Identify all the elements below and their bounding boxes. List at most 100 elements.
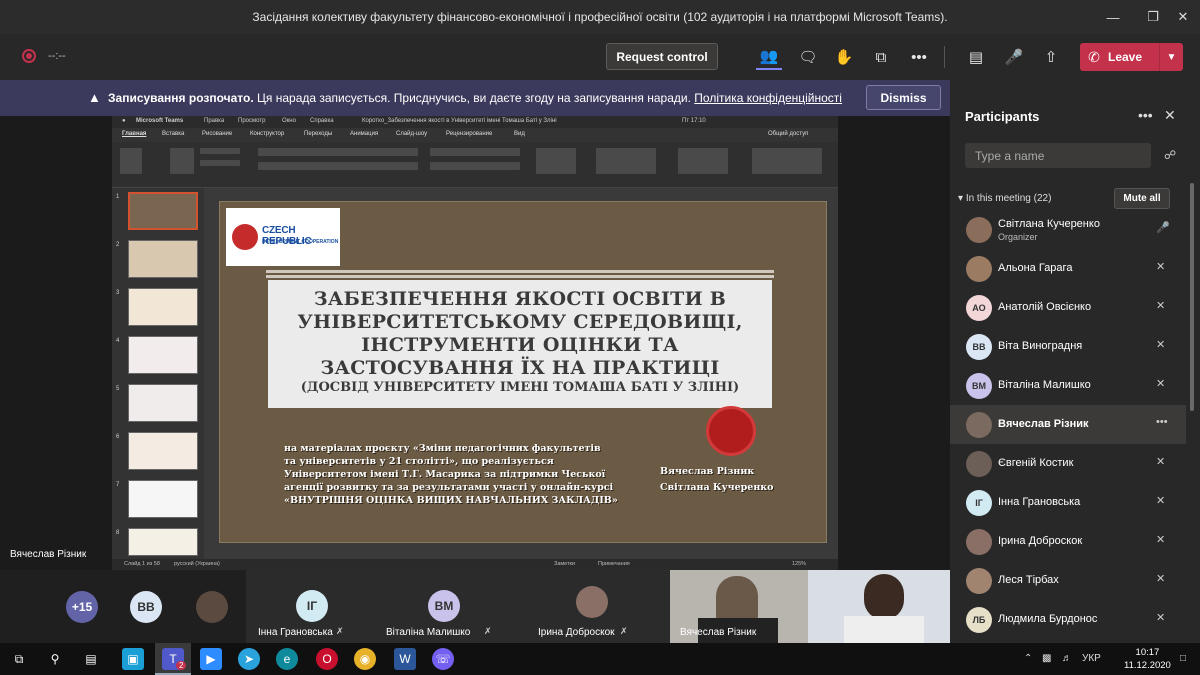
slide-thumb[interactable] xyxy=(128,336,198,374)
telegram-app-icon[interactable]: ➤ xyxy=(238,648,260,670)
dismiss-button[interactable]: Dismiss xyxy=(866,85,941,110)
windows-start-icon[interactable]: ⧉ xyxy=(8,648,30,670)
participant-row[interactable]: ВМ Віталіна Малишко ✕ xyxy=(950,366,1186,405)
share-screen-icon[interactable]: ⇧ xyxy=(1038,44,1064,70)
tab-animation[interactable]: Анимация xyxy=(350,131,378,137)
mic-off-icon[interactable]: ✕ xyxy=(1156,260,1165,273)
tab-transitions[interactable]: Переходы xyxy=(304,131,332,137)
notifications-icon[interactable]: □ xyxy=(1180,653,1186,664)
restore-icon[interactable]: ❐ xyxy=(1136,0,1170,34)
chevron-down-icon[interactable]: ▼ xyxy=(1159,43,1183,71)
invite-link-icon[interactable]: ☍ xyxy=(1164,148,1176,162)
system-clock[interactable]: 10:17 11.12.2020 xyxy=(1124,646,1171,672)
tray-chevron-icon[interactable]: ⌃ xyxy=(1024,653,1032,664)
participant-tile[interactable]: ВВ xyxy=(112,570,180,643)
participant-row[interactable]: ЛБ Людмила Бурдонос ✕ xyxy=(950,600,1186,639)
status-comments[interactable]: Примечания xyxy=(598,561,630,567)
tab-home[interactable]: Главная xyxy=(122,131,146,137)
tab-slideshow[interactable]: Слайд-шоу xyxy=(396,131,427,137)
close-panel-icon[interactable]: ✕ xyxy=(1164,107,1176,124)
mic-off-icon[interactable]: ✕ xyxy=(1156,299,1165,312)
participant-row[interactable]: Вячеслав Різник ••• xyxy=(950,405,1186,444)
in-meeting-header[interactable]: ▾ In this meeting (22) xyxy=(958,193,1051,204)
participant-video[interactable] xyxy=(808,570,950,643)
participant-row[interactable]: ВВ Віта Виноградня ✕ xyxy=(950,327,1186,366)
scrollbar[interactable] xyxy=(1190,183,1194,411)
tab-design[interactable]: Конструктор xyxy=(250,131,284,137)
microphone-icon[interactable]: 🎤 xyxy=(1001,44,1027,70)
mic-off-icon[interactable]: ✕ xyxy=(1156,455,1165,468)
participant-row[interactable]: Ірина Доброскок ✕ xyxy=(950,522,1186,561)
presenter-label: Вячеслав Різник xyxy=(10,549,87,560)
tab-draw[interactable]: Рисование xyxy=(202,131,232,137)
participant-tile[interactable]: ВМ Віталіна Малишко ✗ xyxy=(378,570,510,643)
volume-icon[interactable]: ♬ xyxy=(1062,653,1072,664)
close-icon[interactable]: ✕ xyxy=(1166,0,1200,34)
chat-icon[interactable]: 🗨 xyxy=(795,44,821,70)
participant-video[interactable]: Вячеслав Різник xyxy=(670,570,808,643)
breakout-icon[interactable]: ⧉ xyxy=(868,44,894,70)
more-options-icon[interactable]: ••• xyxy=(1138,107,1153,123)
request-control-button[interactable]: Request control xyxy=(606,43,718,70)
edge-app-icon[interactable]: e xyxy=(276,648,298,670)
participant-row[interactable]: Євгеній Костик ✕ xyxy=(950,444,1186,483)
word-app-icon[interactable]: W xyxy=(394,648,416,670)
participant-name: Вячеслав Різник xyxy=(998,418,1089,430)
task-view-icon[interactable]: ▤ xyxy=(80,648,102,670)
opera-app-icon[interactable]: O xyxy=(316,648,338,670)
mic-off-icon[interactable]: ✕ xyxy=(1156,533,1165,546)
participant-row[interactable]: ІГ Інна Грановська ✕ xyxy=(950,483,1186,522)
share-label[interactable]: Общий доступ xyxy=(768,131,808,137)
minimize-icon[interactable]: — xyxy=(1096,0,1130,34)
status-notes[interactable]: Заметки xyxy=(554,561,575,567)
camera-icon[interactable]: ▤ xyxy=(963,44,989,70)
windows-taskbar: ⧉ ⚲ ▤ ▣ T 2 ▶ ➤ e O ◉ W ☏ ⌃ ▩ ♬ УКР 10:1… xyxy=(0,643,1200,675)
participant-row[interactable]: Альона Гарага ✕ xyxy=(950,249,1186,288)
mic-off-icon[interactable]: ✕ xyxy=(1156,572,1165,585)
slide-thumb[interactable] xyxy=(128,192,198,230)
czech-logo: CZECH REPUBLIC DEVELOPMENT COOPERATION xyxy=(226,208,340,266)
participant-name: Світлана Кучеренко xyxy=(998,218,1100,230)
title-line: ЗАСТОСУВАННЯ ЇХ НА ПРАКТИЦІ xyxy=(320,357,720,379)
slide-thumb[interactable] xyxy=(128,240,198,278)
more-participants-badge[interactable]: +15 xyxy=(66,591,98,623)
raise-hand-icon[interactable]: ✋ xyxy=(831,44,857,70)
privacy-link[interactable]: Політика конфіденційності xyxy=(694,91,842,105)
photos-app-icon[interactable]: ▣ xyxy=(122,648,144,670)
network-icon[interactable]: ▩ xyxy=(1042,653,1051,664)
avatar: ВВ xyxy=(966,334,992,360)
viber-app-icon[interactable]: ☏ xyxy=(432,648,454,670)
more-actions-icon[interactable]: ••• xyxy=(906,44,932,70)
participant-row[interactable]: АО Анатолій Овсієнко ✕ xyxy=(950,288,1186,327)
search-icon[interactable]: ⚲ xyxy=(44,648,66,670)
participants-icon[interactable]: 👥 xyxy=(756,44,782,70)
mic-off-icon[interactable]: ✕ xyxy=(1156,611,1165,624)
more-icon[interactable]: ••• xyxy=(1156,416,1168,428)
participant-tile[interactable]: ІГ Інна Грановська ✗ xyxy=(246,570,378,643)
slide-thumb[interactable] xyxy=(128,384,198,422)
participant-row[interactable]: Леся Тірбах ✕ xyxy=(950,561,1186,600)
participant-row[interactable]: Світлана Кучеренко Organizer 🎤 xyxy=(950,210,1186,249)
participant-tile[interactable]: Ірина Доброскок ✗ xyxy=(510,570,670,643)
mute-all-button[interactable]: Mute all xyxy=(1114,188,1170,209)
slide-thumb[interactable] xyxy=(128,288,198,326)
avatar xyxy=(966,256,992,282)
participant-search-input[interactable]: Type a name xyxy=(965,143,1151,168)
tab-insert[interactable]: Вставка xyxy=(162,131,184,137)
zoom-app-icon[interactable]: ▶ xyxy=(200,648,222,670)
slide-thumb[interactable] xyxy=(128,432,198,470)
chrome-app-icon[interactable]: ◉ xyxy=(354,648,376,670)
title-line: ЗАБЕЗПЕЧЕННЯ ЯКОСТІ ОСВІТИ В xyxy=(313,288,727,310)
tab-view[interactable]: Вид xyxy=(514,131,525,137)
mic-off-icon[interactable]: ✕ xyxy=(1156,338,1165,351)
participant-tile[interactable] xyxy=(180,570,246,643)
slide-thumb[interactable] xyxy=(128,528,198,556)
language-indicator[interactable]: УКР xyxy=(1082,653,1101,664)
slide-thumb[interactable] xyxy=(128,480,198,518)
mic-on-icon[interactable]: 🎤 xyxy=(1156,221,1170,234)
tab-review[interactable]: Рецензирование xyxy=(446,131,492,137)
leave-button[interactable]: ✆ Leave ▼ xyxy=(1080,43,1183,71)
mic-off-icon[interactable]: ✕ xyxy=(1156,377,1165,390)
apple-icon: ● xyxy=(122,118,126,124)
mic-off-icon[interactable]: ✕ xyxy=(1156,494,1165,507)
